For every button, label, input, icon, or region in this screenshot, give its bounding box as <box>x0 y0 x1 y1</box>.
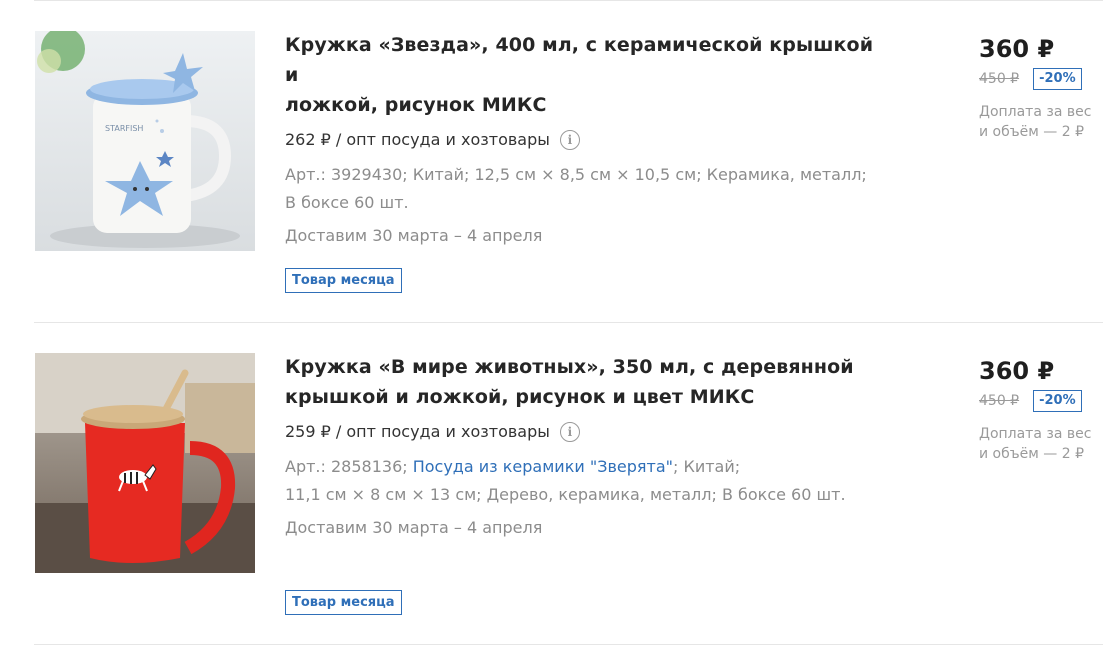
current-price: 360 ₽ <box>979 357 1055 385</box>
product-info: Кружка «В мире животных», 350 мл, с дере… <box>285 352 885 539</box>
old-price: 450 ₽ <box>979 393 1020 409</box>
starfish-mug-image: STARFISH <box>35 31 255 251</box>
specs-prefix: Арт.: 2858136; <box>285 457 413 476</box>
product-of-month-badge[interactable]: Товар месяца <box>285 590 402 615</box>
product-specs: Арт.: 2858136; Посуда из керамики "Зверя… <box>285 453 885 509</box>
product-image[interactable]: STARFISH <box>35 31 255 251</box>
specs-line2: В боксе 60 шт. <box>285 193 409 212</box>
specs-line2: 11,1 см × 8 см × 13 см; Дерево, керамика… <box>285 485 846 504</box>
divider <box>34 644 1103 645</box>
starfish-label: STARFISH <box>105 124 143 133</box>
product-of-month-badge[interactable]: Товар месяца <box>285 268 402 293</box>
info-circle-icon[interactable]: i <box>559 422 580 442</box>
product-info: Кружка «Звезда», 400 мл, с керамической … <box>285 30 885 247</box>
product-card: Кружка «В мире животных», 350 мл, с дере… <box>0 322 1103 644</box>
weight-surcharge: Доплата за вес и объём — 2 ₽ <box>979 102 1103 142</box>
surcharge-line1: Доплата за вес <box>979 426 1092 442</box>
wholesale-text: 262 ₽ / опт посуда и хозтовары <box>285 130 550 149</box>
product-list: STARFISH Кружка «Звезда», 400 мл, с кера… <box>0 0 1103 646</box>
specs-line1: Арт.: 3929430; Китай; 12,5 см × 8,5 см ×… <box>285 165 867 184</box>
old-price: 450 ₽ <box>979 71 1020 87</box>
discount-badge: -20% <box>1033 390 1082 412</box>
product-title-line1: Кружка «Звезда», 400 мл, с керамической … <box>285 34 874 86</box>
wholesale-price: 262 ₽ / опт посуда и хозтовары i <box>285 129 885 151</box>
price-block: 360 ₽ 450 ₽ -20% Доплата за вес и объём … <box>979 32 1103 142</box>
current-price: 360 ₽ <box>979 35 1055 63</box>
surcharge-line2: и объём — 2 ₽ <box>979 124 1084 140</box>
surcharge-line1: Доплата за вес <box>979 104 1092 120</box>
wholesale-text: 259 ₽ / опт посуда и хозтовары <box>285 422 550 441</box>
product-title-line2: крышкой и ложкой, рисунок и цвет МИКС <box>285 386 755 408</box>
product-image[interactable] <box>35 353 255 573</box>
product-title-line2: ложкой, рисунок МИКС <box>285 94 547 116</box>
old-price-row: 450 ₽ -20% <box>979 390 1103 412</box>
product-title-line1: Кружка «В мире животных», 350 мл, с дере… <box>285 356 854 378</box>
delivery-date: Доставим 30 марта – 4 апреля <box>285 518 543 537</box>
old-price-row: 450 ₽ -20% <box>979 68 1103 90</box>
product-title[interactable]: Кружка «Звезда», 400 мл, с керамической … <box>285 30 885 120</box>
discount-badge: -20% <box>1033 68 1082 90</box>
zebra-mug-image <box>35 353 255 573</box>
price-block: 360 ₽ 450 ₽ -20% Доплата за вес и объём … <box>979 354 1103 464</box>
wholesale-price: 259 ₽ / опт посуда и хозтовары i <box>285 421 885 443</box>
delivery-date: Доставим 30 марта – 4 апреля <box>285 226 543 245</box>
product-title[interactable]: Кружка «В мире животных», 350 мл, с дере… <box>285 352 885 412</box>
product-card: STARFISH Кружка «Звезда», 400 мл, с кера… <box>0 0 1103 322</box>
collection-link[interactable]: Посуда из керамики "Зверята" <box>413 457 673 476</box>
weight-surcharge: Доплата за вес и объём — 2 ₽ <box>979 424 1103 464</box>
info-circle-icon[interactable]: i <box>559 130 580 150</box>
product-specs: Арт.: 3929430; Китай; 12,5 см × 8,5 см ×… <box>285 161 885 217</box>
surcharge-line2: и объём — 2 ₽ <box>979 446 1084 462</box>
specs-suffix: ; Китай; <box>673 457 741 476</box>
